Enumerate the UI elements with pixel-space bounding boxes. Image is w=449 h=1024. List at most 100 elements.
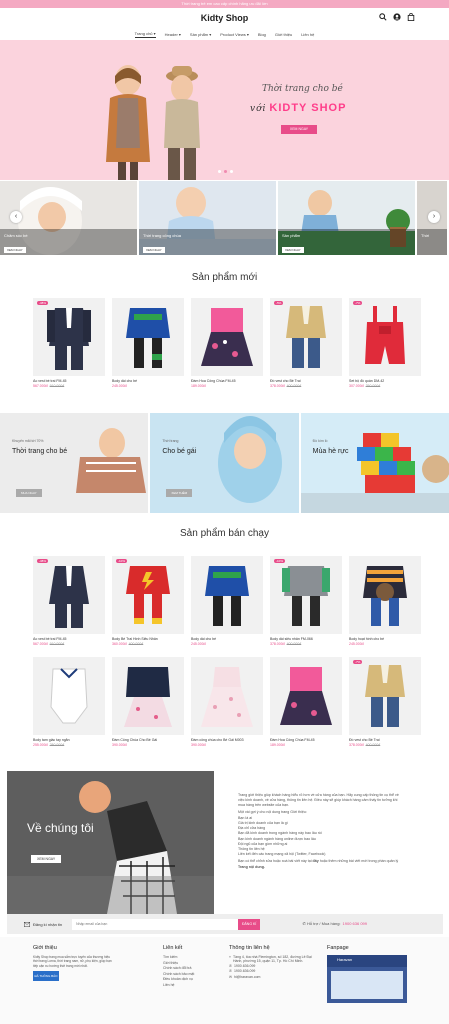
category-button[interactable]: XEM NGAY <box>143 247 165 253</box>
product-name[interactable]: Đầm công chúa cho Bé Gái M003 <box>191 738 263 742</box>
nav-home[interactable]: Trang chủ ▾ <box>134 31 156 38</box>
product-card[interactable]: -38% Áo vest bé trai FM-45 567.000đ 910.0… <box>33 556 105 646</box>
product-card[interactable]: -7% Set bộ đồ quần DM-42 307.000đ 350.000… <box>349 298 421 388</box>
product-image[interactable] <box>270 657 342 735</box>
product-name[interactable]: Đồ vest cho Bé Trai <box>270 379 342 383</box>
footer-email[interactable]: ✉ hi@haravan.com <box>229 975 317 981</box>
product-old-price: 400.000đ <box>365 743 381 747</box>
edit-link[interactable]: đây <box>313 859 319 863</box>
product-price: 567.000đ 910.000đ <box>33 642 65 646</box>
promo-banner-summer[interactable]: Đồ kìm lồ Mùa hè rực <box>300 413 449 513</box>
footer-link[interactable]: Điều khoản dịch vụ <box>163 977 194 983</box>
main-nav: Trang chủ ▾ Header ▾ Sản phẩm ▾ Product … <box>0 28 449 40</box>
product-name[interactable]: Set bộ đồ quần DM-42 <box>349 379 421 383</box>
category-card-princess-fashion[interactable]: Thời trang công chúa XEM NGAY <box>139 181 276 255</box>
product-card[interactable]: -7% Đồ vest cho Bé Trai 378.000đ 400.000đ <box>349 657 421 747</box>
product-image[interactable]: -10% <box>270 556 342 634</box>
product-price: 245.000đ <box>191 642 206 646</box>
product-card[interactable]: Đầm Công Chúa Cho Bé Gái 390.000đ <box>112 657 184 747</box>
category-button[interactable]: XEM NGAY <box>282 247 304 253</box>
best-sellers-title: Sản phẩm bán chạy <box>180 528 269 539</box>
product-card[interactable]: Body hoạt hình cho bé 245.000đ <box>349 556 421 646</box>
slider-next-arrow[interactable]: › <box>428 211 440 223</box>
bct-registered-badge[interactable]: ĐÃ THÔNG BÁO <box>33 971 59 982</box>
product-image[interactable] <box>112 298 184 376</box>
product-image[interactable]: -7% <box>349 657 421 735</box>
product-card[interactable]: Body dài cho bé 245.000đ <box>191 556 263 646</box>
slider-prev-arrow[interactable]: ‹ <box>10 211 22 223</box>
product-image[interactable] <box>191 556 263 634</box>
product-name[interactable]: Đầm Hoa Công Chúa FM-45 <box>270 738 342 742</box>
product-card[interactable]: -10% Body dài siêu nhân FM-066 378.000đ 4… <box>270 556 342 646</box>
product-name[interactable]: Body dài cho bé <box>191 637 263 641</box>
discount-badge: -7% <box>353 660 363 664</box>
slider-dot[interactable] <box>230 170 233 173</box>
product-image[interactable]: -38% <box>33 298 105 376</box>
product-name[interactable]: Áo vest bé trai FM-45 <box>33 379 105 383</box>
product-price: 245.000đ <box>112 384 127 388</box>
new-products-grid: -38% Áo vest bé trai FM-45 567.000đ 910.0… <box>33 298 421 388</box>
product-image[interactable]: -7% <box>349 298 421 376</box>
product-card[interactable]: Body tam giác tay ngắn 255.000đ 280.000đ <box>33 657 105 747</box>
about-view-button[interactable]: XEM NGAY <box>31 855 62 863</box>
cart-icon[interactable] <box>407 13 415 21</box>
product-card[interactable]: -38% Áo vest bé trai FM-45 567.000đ 910.0… <box>33 298 105 388</box>
category-button[interactable]: XEM NGAY <box>4 247 26 253</box>
content-page-link[interactable]: Trang nội dung. <box>238 865 265 869</box>
promo-subtitle: Thời trang <box>162 439 179 443</box>
promo-button[interactable]: MUA NGAY <box>16 489 42 497</box>
green-grey-bodysuit-image <box>282 566 330 626</box>
product-image[interactable] <box>349 556 421 634</box>
nav-product-views[interactable]: Product Views ▾ <box>220 32 249 37</box>
about-text: Trang giới thiệu giúp khách hàng hiểu rõ… <box>238 793 399 869</box>
site-footer: Giới thiệu Kidty Shop trang mua sắm trực… <box>0 937 449 1024</box>
product-name[interactable]: Body tam giác tay ngắn <box>33 738 105 742</box>
product-image[interactable] <box>191 298 263 376</box>
product-name[interactable]: Body hoạt hình cho bé <box>349 637 421 641</box>
user-icon[interactable] <box>393 13 401 21</box>
nav-about[interactable]: Giới thiệu <box>275 32 292 37</box>
promo-button[interactable]: XEM THÊM <box>166 489 193 497</box>
product-card[interactable]: Body dài cho bé 245.000đ <box>112 298 184 388</box>
product-image[interactable]: -10% <box>112 556 184 634</box>
product-image[interactable] <box>33 657 105 735</box>
footer-link[interactable]: Chính sách đổi trả <box>163 966 194 972</box>
promo-title: Thời trang cho bé <box>12 448 68 455</box>
product-image[interactable] <box>191 657 263 735</box>
slider-dot[interactable] <box>224 170 227 173</box>
red-overall-image <box>365 306 405 364</box>
hero-brand-title: với KIDTY SHOP <box>250 102 347 114</box>
product-name[interactable]: Đầm Công Chúa Cho Bé Gái <box>112 738 184 742</box>
newsletter-submit-button[interactable]: ĐĂNG KÍ <box>238 918 261 930</box>
promo-banner-girls[interactable]: Thời trang Cho bé gái XEM THÊM <box>150 413 299 513</box>
category-card-products[interactable]: Sản phẩm XEM NGAY <box>278 181 415 255</box>
product-image[interactable]: -38% <box>33 556 105 634</box>
nav-contact[interactable]: Liên hệ <box>301 32 314 37</box>
product-name[interactable]: Đồ vest cho Bé Trai <box>349 738 421 742</box>
product-name[interactable]: Body dài cho bé <box>112 379 184 383</box>
product-card[interactable]: Đầm công chúa cho Bé Gái M003 390.000đ <box>191 657 263 747</box>
product-card[interactable]: Đầm Hoa Công Chúa FM-45 189.000đ <box>270 657 342 747</box>
product-card[interactable]: -5% Đồ vest cho Bé Trai 378.000đ 400.000đ <box>270 298 342 388</box>
product-name[interactable]: Áo vest bé trai FM-45 <box>33 637 105 641</box>
slider-dot[interactable] <box>218 170 221 173</box>
nav-products[interactable]: Sản phẩm ▾ <box>190 32 211 37</box>
product-old-price: 400.000đ <box>128 642 144 646</box>
product-image[interactable] <box>112 657 184 735</box>
nav-header[interactable]: Header ▾ <box>165 32 181 37</box>
footer-link[interactable]: Liên hệ <box>163 983 194 989</box>
site-logo[interactable]: Kidty Shop <box>201 13 249 23</box>
promo-banner-fashion[interactable]: Khuyến mãi tới 70% Thời trang cho bé MUA… <box>0 413 149 513</box>
product-card[interactable]: Đầm Hoa Công Chúa FM-45 189.000đ <box>191 298 263 388</box>
search-icon[interactable] <box>379 13 387 21</box>
product-card[interactable]: -10% Body Bé Trai Hình Siêu Nhân 360.000… <box>112 556 184 646</box>
nav-blog[interactable]: Blog <box>258 32 266 37</box>
product-name[interactable]: Body dài siêu nhân FM-066 <box>270 637 342 641</box>
hero-shop-now-button[interactable]: XEM NGAY <box>281 125 317 134</box>
product-old-price: 910.000đ <box>49 384 65 388</box>
facebook-page-widget[interactable]: Haravan <box>327 955 407 1003</box>
product-name[interactable]: Body Bé Trai Hình Siêu Nhân <box>112 637 184 641</box>
newsletter-email-input[interactable] <box>72 918 239 930</box>
product-image[interactable]: -5% <box>270 298 342 376</box>
product-name[interactable]: Đầm Hoa Công Chúa FM-45 <box>191 379 263 383</box>
